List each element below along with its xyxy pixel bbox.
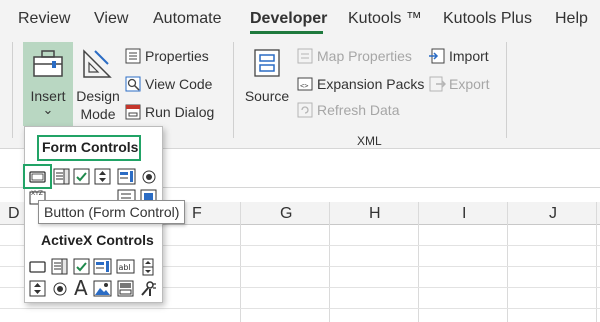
combo-box-icon[interactable] — [52, 167, 71, 186]
properties-icon — [125, 48, 141, 64]
xml-group-label: XML — [357, 134, 382, 148]
svg-text:abl: abl — [119, 263, 131, 272]
design-mode-label-line1: Design — [76, 88, 120, 104]
spin-button-icon[interactable] — [93, 167, 112, 186]
column-header-i[interactable]: I — [462, 205, 466, 223]
label-icon[interactable]: A — [71, 277, 90, 297]
checkbox-icon[interactable] — [72, 167, 91, 186]
export-icon — [429, 76, 446, 92]
expansion-packs-icon: <> — [297, 77, 313, 91]
design-mode-button[interactable]: Design Mode — [75, 42, 121, 126]
activex-controls-heading: ActiveX Controls — [41, 232, 154, 248]
column-divider — [240, 202, 241, 322]
chevron-down-icon: ⌄ — [42, 102, 54, 117]
refresh-data-icon — [297, 102, 313, 118]
column-header-f[interactable]: F — [192, 205, 202, 223]
export-button[interactable]: Export — [428, 75, 489, 93]
active-tab-indicator — [250, 31, 323, 34]
column-divider — [329, 202, 330, 322]
view-code-icon — [125, 76, 141, 92]
tab-view[interactable]: View — [94, 10, 128, 28]
button-icon[interactable] — [28, 167, 47, 186]
group-divider — [12, 42, 13, 138]
svg-text:A: A — [74, 277, 88, 297]
toggle-button-icon[interactable] — [116, 279, 135, 298]
source-label: Source — [244, 88, 290, 104]
map-properties-label: Map Properties — [317, 48, 412, 64]
button-form-control-tooltip: Button (Form Control) — [38, 200, 186, 224]
view-code-button[interactable]: View Code — [124, 75, 212, 93]
column-header-j[interactable]: J — [549, 205, 557, 223]
import-icon — [429, 48, 445, 64]
import-label: Import — [449, 48, 489, 64]
column-divider — [507, 202, 508, 322]
list-box-icon[interactable] — [117, 167, 136, 186]
option-button-icon[interactable] — [139, 167, 158, 186]
expansion-packs-label: Expansion Packs — [317, 76, 425, 92]
column-divider — [418, 202, 419, 322]
tab-automate[interactable]: Automate — [153, 10, 221, 28]
column-header-g[interactable]: G — [280, 205, 292, 223]
combo-box-icon[interactable] — [50, 257, 69, 276]
more-controls-icon[interactable] — [138, 279, 157, 298]
column-header-h[interactable]: H — [369, 205, 381, 223]
source-button[interactable]: Source — [242, 42, 292, 126]
design-mode-label-line2: Mode — [80, 106, 116, 122]
export-label: Export — [449, 76, 490, 92]
map-properties-icon — [297, 48, 313, 64]
form-controls-heading: Form Controls — [42, 139, 139, 155]
xml-source-icon — [254, 49, 280, 77]
tab-review[interactable]: Review — [18, 10, 70, 28]
toolbox-icon — [33, 50, 63, 77]
text-box-icon[interactable]: abl — [116, 257, 135, 276]
row-divider — [0, 308, 600, 309]
spin-button-icon[interactable] — [28, 279, 47, 298]
refresh-data-label: Refresh Data — [317, 102, 400, 118]
insert-controls-button[interactable]: Insert ⌄ — [23, 42, 73, 126]
expansion-packs-button[interactable]: <> Expansion Packs — [296, 75, 424, 93]
design-mode-icon — [83, 49, 112, 78]
properties-button[interactable]: Properties — [124, 47, 209, 65]
ribbon-tab-bar: Review View Automate Developer Kutools ™… — [0, 0, 600, 38]
scroll-bar-icon[interactable] — [138, 257, 157, 276]
group-divider — [233, 42, 234, 138]
command-button-icon[interactable] — [28, 257, 47, 276]
run-dialog-icon — [125, 104, 141, 120]
svg-text:XYZ: XYZ — [31, 190, 43, 197]
view-code-label: View Code — [145, 76, 213, 92]
option-button-icon[interactable] — [50, 279, 69, 298]
image-icon[interactable] — [93, 279, 112, 298]
tab-help[interactable]: Help — [555, 10, 588, 28]
run-dialog-label: Run Dialog — [145, 104, 215, 120]
properties-label: Properties — [145, 48, 209, 64]
column-divider — [596, 202, 597, 322]
run-dialog-button[interactable]: Run Dialog — [124, 103, 214, 121]
map-properties-button[interactable]: Map Properties — [296, 47, 412, 65]
tab-developer[interactable]: Developer — [250, 10, 327, 28]
refresh-data-button[interactable]: Refresh Data — [296, 101, 399, 119]
checkbox-icon[interactable] — [72, 257, 91, 276]
column-header-d[interactable]: D — [8, 205, 20, 223]
import-button[interactable]: Import — [428, 47, 489, 65]
list-box-icon[interactable] — [93, 257, 112, 276]
svg-text:<>: <> — [300, 82, 308, 90]
tab-kutools[interactable]: Kutools ™ — [348, 10, 422, 28]
group-divider — [506, 42, 507, 138]
tab-kutools-plus[interactable]: Kutools Plus — [443, 10, 532, 28]
